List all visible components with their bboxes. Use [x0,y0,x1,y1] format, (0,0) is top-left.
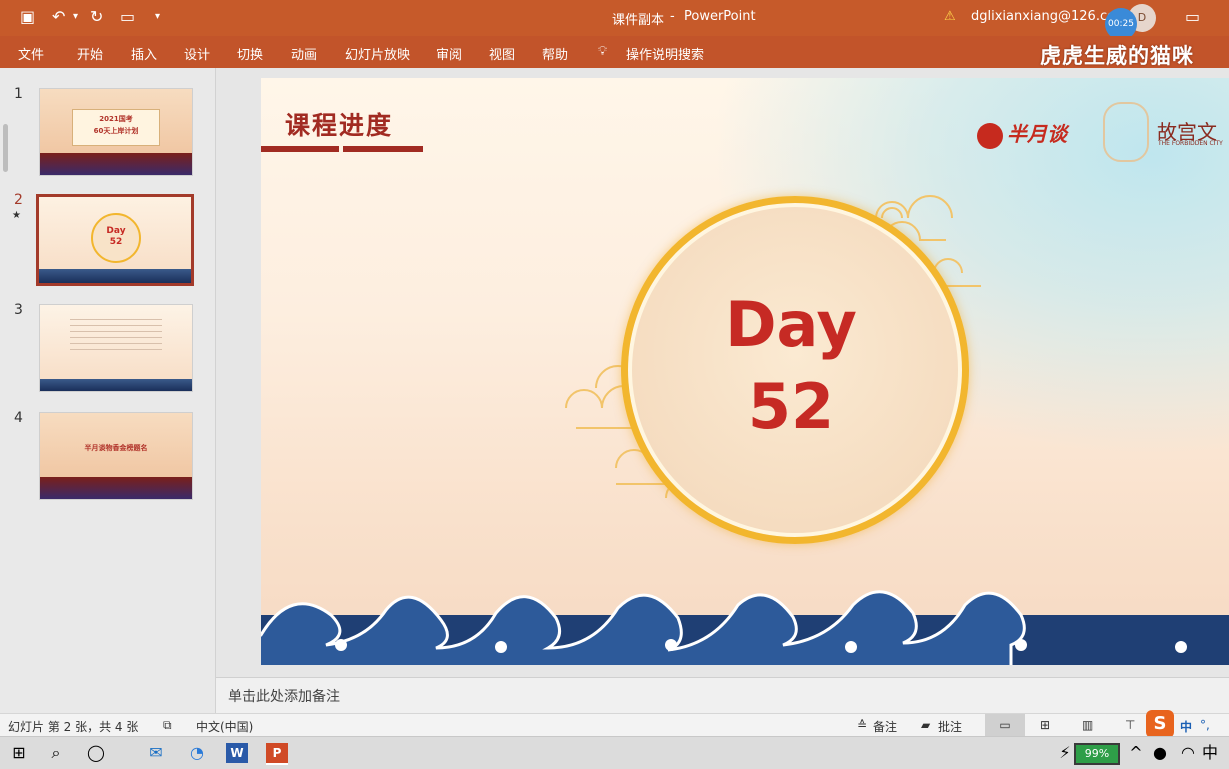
app-name: PowerPoint [684,9,756,24]
lightbulb-icon[interactable]: 💡︎ [598,44,607,59]
status-bar: 幻灯片 第 2 张，共 4 张 ⧉ 中文(中国) ≙ 备注 ▰ 批注 ▭ ⊞ ▥… [0,710,1229,738]
title-underline [261,146,339,152]
notes-button[interactable]: 备注 [873,718,897,735]
title-bar: ▣ ↶ ▾ ↻ ▭ ▾ 课件副本 - PowerPoint ⚠ dglixian… [0,0,1229,40]
thumb4-title: 半月谈物香金榜题名 [84,444,148,452]
ime-punctuation-icon[interactable]: °, [1200,718,1210,732]
tab-file[interactable]: 文件 [18,44,44,63]
undo-icon[interactable]: ↶ [52,7,65,26]
ime-taskbar-indicator[interactable]: 中 [1200,743,1220,763]
present-icon[interactable]: ▭ [120,7,135,26]
animation-star-icon: ★ [12,210,21,221]
task-view-icon[interactable]: ◯ [86,743,106,763]
slide-thumbnail-panel: 1 2021国考 60天上岸计划 2 ★ Day 52 3 4 半月谈物香金榜题… [0,68,216,714]
slide-thumbnail-2[interactable]: Day 52 [36,194,194,286]
slide-thumbnail-4[interactable]: 半月谈物香金榜题名 [39,412,193,500]
watermark-text: 虎虎生威的猫咪 [1040,44,1194,68]
battery-indicator[interactable]: 99% [1074,743,1120,765]
warning-icon[interactable]: ⚠ [944,9,956,24]
tab-insert[interactable]: 插入 [131,44,157,63]
thumb2-number: 52 [109,237,123,247]
thumb1-line2: 60天上岸计划 [93,127,139,135]
accessibility-icon[interactable]: ⧉ [163,718,172,733]
redo-icon[interactable]: ↻ [90,7,103,26]
tray-expand-icon[interactable]: ^ [1126,743,1146,763]
account-name[interactable]: dglixianxiang@126.co [971,9,1115,24]
windows-start-icon[interactable]: ⊞ [9,743,29,763]
slide-thumbnail-1[interactable]: 2021国考 60天上岸计划 [39,88,193,176]
search-icon[interactable]: ⌕ [46,743,66,763]
notes-icon[interactable]: ≙ [857,718,867,732]
windows-taskbar: ⊞ ⌕ ◯ ✉ ◔ W P ⚡︎ 99% ^ ● ◠ 中 [0,736,1229,769]
slideshow-view-icon[interactable]: ⊤ [1125,718,1135,732]
ime-mode-icon[interactable]: 中 [1180,718,1192,735]
thumb-number: 3 [14,302,23,318]
tab-slideshow[interactable]: 幻灯片放映 [345,44,410,63]
notes-placeholder[interactable]: 单击此处添加备注 [228,686,340,706]
tab-design[interactable]: 设计 [184,44,210,63]
seal-logo [1103,102,1149,162]
microphone-icon[interactable]: ● [1150,743,1170,763]
banyuetan-logo: 半月谈 [977,118,1067,149]
tab-transitions[interactable]: 切换 [237,44,263,63]
ocean-waves [261,590,1229,665]
slide-title[interactable]: 课程进度 [285,106,393,142]
day-label[interactable]: Day [261,288,1229,361]
undo-dropdown-icon[interactable]: ▾ [73,11,78,22]
normal-view-icon[interactable]: ▭ [985,714,1025,736]
thumb1-line1: 2021国考 [99,115,133,123]
slide-canvas[interactable]: 课程进度 半月谈 故宫文 THE FORBIDDEN CITY Day 52 [261,78,1229,665]
slide-counter: 幻灯片 第 2 张，共 4 张 [8,720,139,734]
customize-quickaccess-icon[interactable]: ▾ [155,11,160,22]
ribbon-tabs: 文件 开始 插入 设计 切换 动画 幻灯片放映 审阅 视图 帮助 💡︎ 操作说明… [0,36,1229,68]
language-indicator[interactable]: 中文(中国) [196,718,253,735]
thumb-number: 2 [14,192,23,208]
notes-pane[interactable]: 单击此处添加备注 [216,677,1229,714]
day-number[interactable]: 52 [261,370,1229,443]
tab-review[interactable]: 审阅 [436,44,462,63]
ribbon-display-options-icon[interactable]: ▭ [1185,7,1200,26]
globe-icon [977,122,1003,149]
save-icon[interactable]: ▣ [20,7,35,26]
powerpoint-app-icon[interactable]: P [266,743,288,765]
comments-icon[interactable]: ▰ [921,718,930,732]
thumb-number: 1 [14,86,23,102]
tab-home[interactable]: 开始 [77,44,103,63]
banyuetan-logo-text: 半月谈 [1007,122,1067,146]
title-underline [343,146,423,152]
thumb2-day: Day [106,226,126,236]
title-separator: - [670,9,675,24]
tab-help[interactable]: 帮助 [542,44,568,63]
tell-me-search[interactable]: 操作说明搜索 [626,44,704,63]
comments-button[interactable]: 批注 [938,718,962,735]
mail-app-icon[interactable]: ✉ [146,743,166,763]
thumb-number: 4 [14,410,23,426]
clock-app-icon[interactable]: ◔ [187,743,207,763]
power-plug-icon: ⚡︎ [1059,743,1071,762]
wifi-icon[interactable]: ◠ [1178,743,1198,763]
document-title: 课件副本 [612,13,665,28]
slide-thumbnail-3[interactable] [39,304,193,392]
tab-view[interactable]: 视图 [489,44,515,63]
panel-scrollbar[interactable] [3,124,8,172]
slide-sorter-icon[interactable]: ⊞ [1040,718,1050,732]
tab-animations[interactable]: 动画 [291,44,317,63]
gugong-logo-subtitle: THE FORBIDDEN CITY [1158,140,1223,147]
sogou-ime-icon[interactable]: S [1146,710,1174,738]
word-app-icon[interactable]: W [226,743,248,763]
reading-view-icon[interactable]: ▥ [1082,718,1093,732]
